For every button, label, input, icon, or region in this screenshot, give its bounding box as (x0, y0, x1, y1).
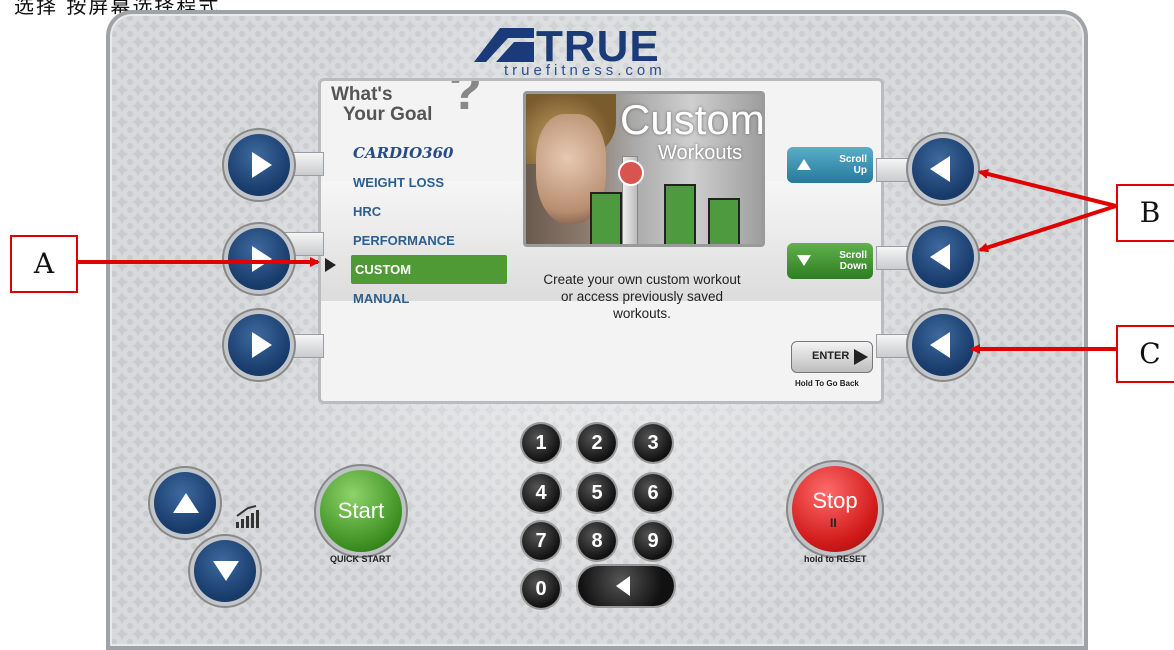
preview-knob-icon (618, 160, 644, 186)
goal-heading-line1: What's (331, 84, 393, 105)
keypad-key-9[interactable]: 9 (634, 522, 672, 560)
incline-up-button[interactable] (154, 472, 216, 534)
down-arrow-icon (797, 255, 811, 266)
keypad-key-1[interactable]: 1 (522, 424, 560, 462)
true-logo: TRUE truefitness.com (474, 22, 724, 82)
incline-down-button[interactable] (194, 540, 256, 602)
incline-icon (236, 505, 259, 528)
enter-button[interactable]: ENTER (791, 341, 873, 373)
keypad-key-3[interactable]: 3 (634, 424, 672, 462)
play-icon (252, 246, 272, 272)
menu-item-performance[interactable]: PERFORMANCE (351, 226, 511, 255)
keypad-key-0[interactable]: 0 (522, 570, 560, 608)
annotation-label-c: C (1116, 325, 1174, 383)
keypad-key-7[interactable]: 7 (522, 522, 560, 560)
keypad-backspace-button[interactable] (578, 566, 674, 606)
stop-button[interactable]: Stop II (792, 466, 878, 552)
enter-label: ENTER (812, 350, 850, 362)
keypad-key-8[interactable]: 8 (578, 522, 616, 560)
scroll-down-label: Scroll Down (839, 250, 867, 272)
menu-item-manual[interactable]: MANUAL (351, 284, 511, 313)
reset-label: hold to RESET (804, 554, 867, 564)
right-select-button-scroll-down[interactable] (912, 226, 974, 288)
annotation-label-a: A (10, 235, 78, 293)
left-select-button-1[interactable] (228, 134, 290, 196)
scroll-up-button[interactable]: Scroll Up (787, 147, 873, 183)
program-preview-image: Custom Workouts (523, 91, 765, 247)
goal-heading-line2: Your Goal (343, 104, 433, 125)
brand-url: truefitness.com (504, 62, 666, 79)
program-description: Create your own custom workout or access… (543, 272, 741, 321)
display-screen: What's Your Goal ? CARDIO360 WEIGHT LOSS… (318, 78, 884, 404)
pause-icon: II (830, 516, 837, 530)
play-icon (252, 152, 272, 178)
menu-item-weight-loss[interactable]: WEIGHT LOSS (351, 168, 511, 197)
keypad-key-2[interactable]: 2 (578, 424, 616, 462)
right-select-button-enter[interactable] (912, 314, 974, 376)
down-arrow-icon (213, 561, 239, 581)
annotation-label-b: B (1116, 184, 1174, 242)
back-icon (930, 156, 950, 182)
back-icon (930, 244, 950, 270)
preview-subtitle: Workouts (658, 142, 743, 164)
program-menu: CARDIO360 WEIGHT LOSS HRC PERFORMANCE CU… (351, 139, 511, 313)
back-icon (930, 332, 950, 358)
enter-arrow-icon (854, 349, 868, 365)
keypad-key-6[interactable]: 6 (634, 474, 672, 512)
scroll-up-label: Scroll Up (839, 154, 867, 176)
menu-item-cardio360[interactable]: CARDIO360 (351, 139, 511, 168)
up-arrow-icon (173, 493, 199, 513)
true-logo-mark-icon (474, 28, 534, 62)
preview-title: Custom (620, 96, 765, 143)
menu-item-hrc[interactable]: HRC (351, 197, 511, 226)
goal-heading: What's Your Goal ? (331, 81, 482, 125)
backspace-icon (616, 576, 630, 596)
stop-label: Stop (812, 488, 858, 513)
selection-cursor-icon (325, 258, 336, 272)
play-icon (252, 332, 272, 358)
keypad-key-4[interactable]: 4 (522, 474, 560, 512)
scroll-down-button[interactable]: Scroll Down (787, 243, 873, 279)
left-select-button-2[interactable] (228, 228, 290, 290)
left-select-button-3[interactable] (228, 314, 290, 376)
question-mark-icon: ? (449, 78, 482, 121)
menu-item-custom[interactable]: CUSTOM (351, 255, 507, 284)
right-select-button-scroll-up[interactable] (912, 138, 974, 200)
hold-to-go-back-label: Hold To Go Back (795, 379, 859, 388)
start-button[interactable]: Start (320, 470, 402, 552)
preview-bar (590, 192, 622, 244)
up-arrow-icon (797, 159, 811, 170)
preview-bar (708, 198, 740, 244)
preview-bar (664, 184, 696, 244)
keypad-key-5[interactable]: 5 (578, 474, 616, 512)
quick-start-label: QUICK START (330, 554, 391, 564)
